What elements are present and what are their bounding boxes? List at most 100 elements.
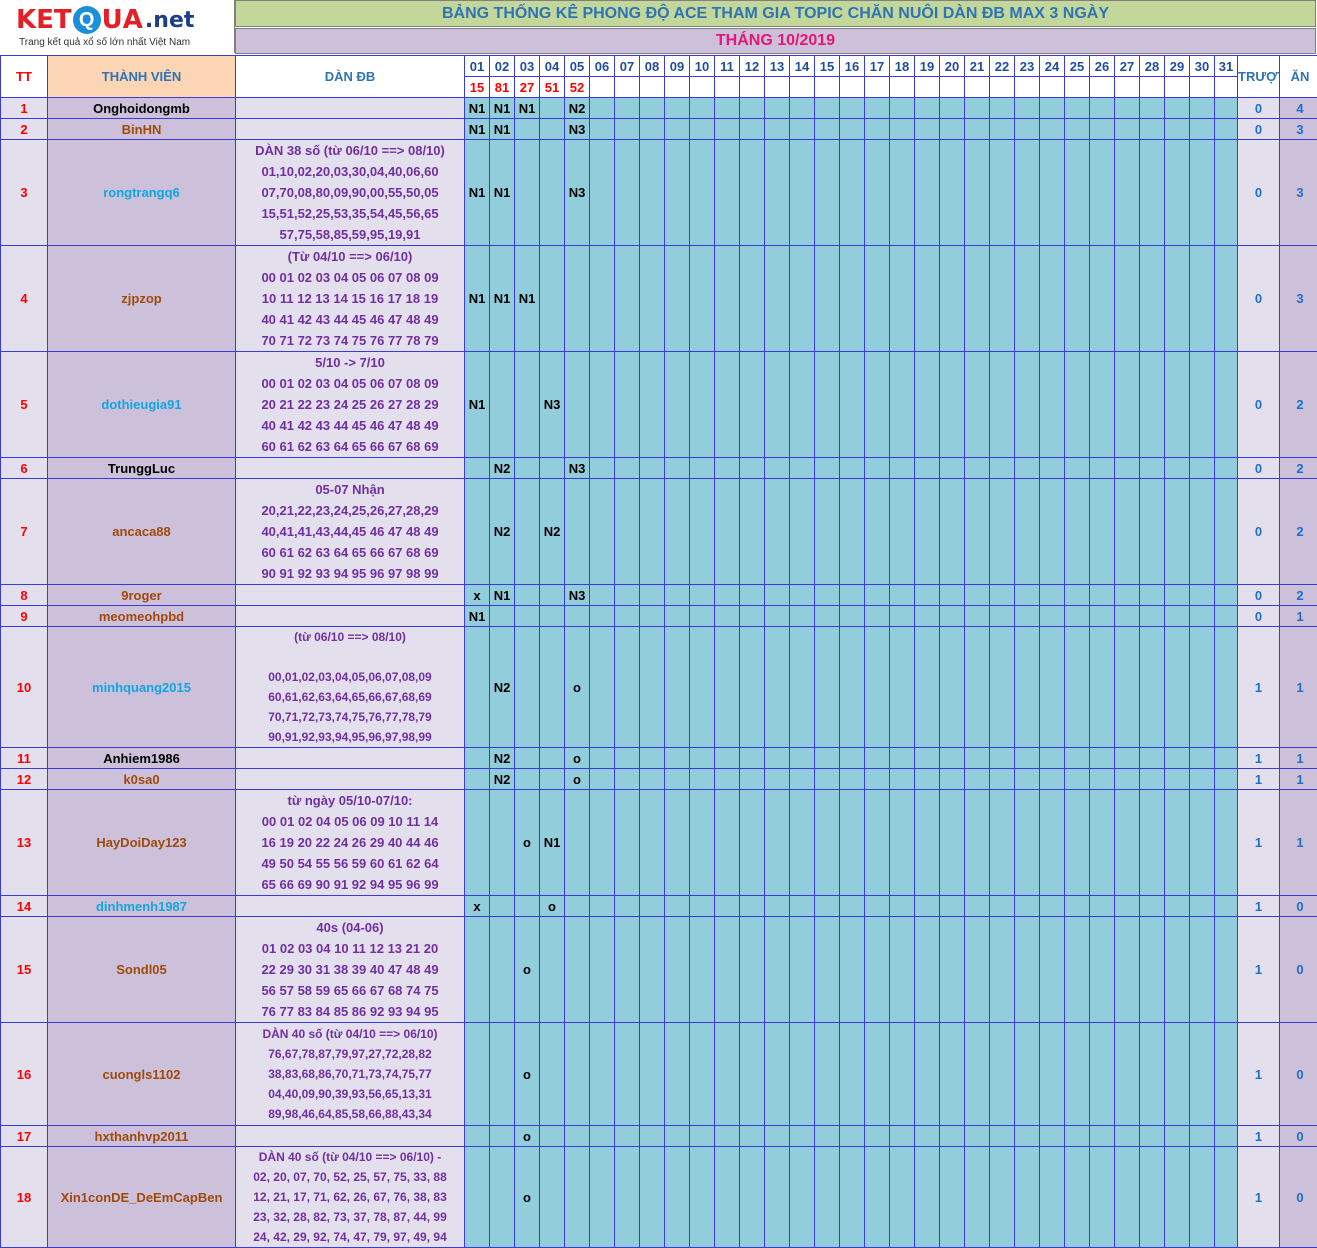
day-mark — [665, 479, 690, 585]
header-day: 19 — [915, 56, 940, 77]
day-mark — [890, 606, 915, 627]
day-mark — [1165, 627, 1190, 748]
day-mark — [1165, 246, 1190, 352]
member-name: meomeohpbd — [48, 606, 236, 627]
day-mark — [940, 246, 965, 352]
day-mark — [815, 585, 840, 606]
day-mark — [965, 98, 990, 119]
day-mark — [815, 1126, 840, 1147]
header-day: 22 — [990, 56, 1015, 77]
miss-count: 1 — [1238, 748, 1280, 769]
dan-line: 76 77 83 84 85 86 92 93 94 95 — [236, 1001, 464, 1022]
day-mark — [840, 627, 865, 748]
member-row: 11Anhiem1986 N2 o11 — [1, 748, 1317, 769]
day-mark: o — [515, 1147, 540, 1248]
member-name: ancaca88 — [48, 479, 236, 585]
day-mark — [490, 352, 515, 458]
day-mark — [1140, 119, 1165, 140]
day-mark — [515, 119, 540, 140]
day-mark — [465, 458, 490, 479]
day-mark: o — [565, 748, 590, 769]
day-mark — [715, 458, 740, 479]
day-mark — [865, 458, 890, 479]
day-mark — [515, 748, 540, 769]
day-mark — [865, 790, 890, 896]
dan-numbers: DÀN 40 số (từ 04/10 ==> 06/10)76,67,78,8… — [236, 1023, 465, 1126]
day-mark — [1165, 140, 1190, 246]
day-mark — [540, 627, 565, 748]
day-mark — [665, 98, 690, 119]
day-mark — [615, 1023, 640, 1126]
header-result — [1090, 77, 1115, 98]
day-mark — [915, 769, 940, 790]
day-mark — [965, 790, 990, 896]
day-mark — [1140, 458, 1165, 479]
day-mark — [715, 246, 740, 352]
miss-count: 0 — [1238, 246, 1280, 352]
day-mark — [540, 606, 565, 627]
member-name: Anhiem1986 — [48, 748, 236, 769]
header-day: 02 — [490, 56, 515, 77]
header-day: 30 — [1190, 56, 1215, 77]
day-mark — [1115, 1147, 1140, 1248]
day-mark — [1065, 896, 1090, 917]
day-mark — [990, 606, 1015, 627]
header-result — [1190, 77, 1215, 98]
day-mark — [665, 585, 690, 606]
day-mark — [690, 769, 715, 790]
day-mark — [840, 479, 865, 585]
day-mark — [715, 352, 740, 458]
day-mark — [890, 246, 915, 352]
day-mark — [615, 896, 640, 917]
day-mark: N1 — [515, 246, 540, 352]
day-mark — [1140, 352, 1165, 458]
header-result — [1015, 77, 1040, 98]
day-mark — [1015, 458, 1040, 479]
member-name: minhquang2015 — [48, 627, 236, 748]
day-mark — [690, 896, 715, 917]
day-mark — [1065, 1126, 1090, 1147]
ketqua-logo[interactable]: K E T Q U A .net Trang kết quả xổ số lớn… — [0, 0, 235, 53]
win-count: 1 — [1280, 606, 1317, 627]
day-mark — [1215, 119, 1238, 140]
dan-numbers: từ ngày 05/10-07/10:00 01 02 04 05 06 09… — [236, 790, 465, 896]
row-number: 11 — [1, 748, 48, 769]
day-mark — [890, 1147, 915, 1248]
header-day: 29 — [1165, 56, 1190, 77]
header-result — [865, 77, 890, 98]
day-mark — [965, 896, 990, 917]
day-mark — [790, 606, 815, 627]
member-row: 1OnghoidongmbN1N1N1 N204 — [1, 98, 1317, 119]
day-mark — [1040, 140, 1065, 246]
day-mark — [540, 246, 565, 352]
day-mark — [940, 896, 965, 917]
day-mark — [1165, 479, 1190, 585]
day-mark — [665, 896, 690, 917]
day-mark — [565, 246, 590, 352]
day-mark — [1090, 896, 1115, 917]
day-mark — [1215, 246, 1238, 352]
day-mark — [940, 352, 965, 458]
day-mark — [1140, 769, 1165, 790]
day-mark — [1165, 458, 1190, 479]
day-mark: o — [540, 896, 565, 917]
win-count: 0 — [1280, 1126, 1317, 1147]
miss-count: 1 — [1238, 917, 1280, 1023]
day-mark — [1165, 98, 1190, 119]
day-mark — [865, 246, 890, 352]
day-mark — [1015, 1126, 1040, 1147]
member-name: dothieugia91 — [48, 352, 236, 458]
header-result — [890, 77, 915, 98]
day-mark — [1115, 458, 1140, 479]
dan-line: 00 01 02 04 05 06 09 10 11 14 — [236, 811, 464, 832]
day-mark — [615, 352, 640, 458]
day-mark — [915, 119, 940, 140]
day-mark — [840, 458, 865, 479]
day-mark — [565, 1126, 590, 1147]
day-mark — [590, 790, 615, 896]
header-miss: TRƯỢT — [1238, 56, 1280, 98]
day-mark — [815, 1147, 840, 1248]
day-mark — [1115, 790, 1140, 896]
win-count: 1 — [1280, 748, 1317, 769]
day-mark — [690, 1023, 715, 1126]
